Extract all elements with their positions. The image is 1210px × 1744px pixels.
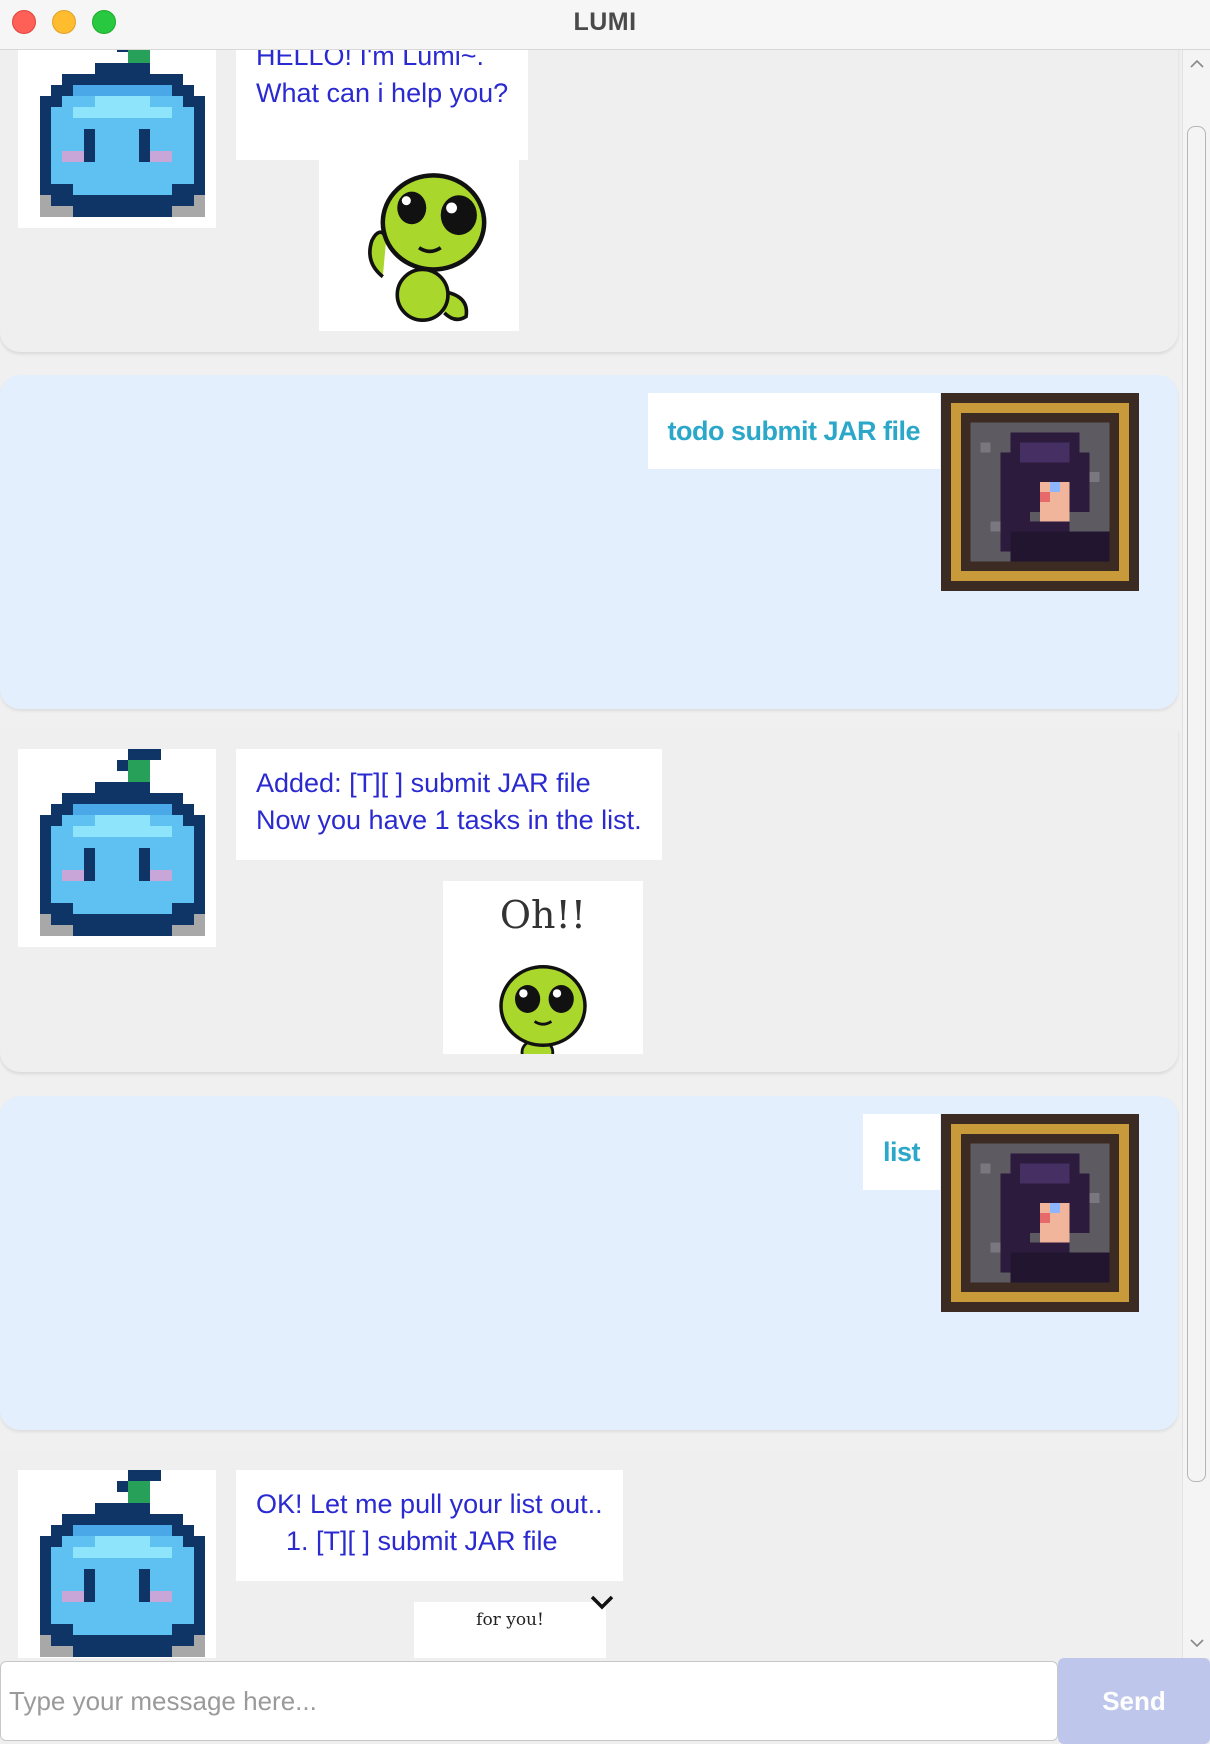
bot-dialog: HELLO! I'm Lumi~. What can i help you? xyxy=(0,50,1178,352)
sticker-caption: for you! xyxy=(476,1610,544,1630)
chevron-down-icon[interactable] xyxy=(588,1591,616,1613)
bot-avatar-icon xyxy=(18,749,216,947)
bot-message-text: OK! Let me pull your list out.. 1. [T][ … xyxy=(236,1470,623,1581)
scroll-up-arrow-icon[interactable] xyxy=(1189,56,1205,72)
message-input[interactable] xyxy=(0,1661,1058,1741)
dialog-container[interactable]: HELLO! I'm Lumi~. What can i help you? t… xyxy=(0,50,1182,1658)
scroll-down-arrow-icon[interactable] xyxy=(1189,1635,1205,1651)
user-dialog: todo submit JAR file xyxy=(0,375,1178,709)
scrollbar-thumb[interactable] xyxy=(1187,126,1206,1482)
bot-dialog: OK! Let me pull your list out.. 1. [T][ … xyxy=(0,1450,1178,1658)
lumi-window: LUMI HELLO! I'm Lumi~. What can i help y… xyxy=(0,0,1210,1744)
user-dialog: list xyxy=(0,1096,1178,1430)
alien-sticker: Oh!! xyxy=(443,881,643,1054)
input-bar: Send xyxy=(0,1658,1210,1744)
vertical-scrollbar[interactable] xyxy=(1182,50,1210,1658)
bot-dialog: Added: [T][ ] submit JAR file Now you ha… xyxy=(0,730,1178,1072)
alien-icon xyxy=(468,929,618,1054)
user-avatar-icon xyxy=(941,393,1139,591)
title-bar: LUMI xyxy=(0,0,1210,50)
send-button[interactable]: Send xyxy=(1058,1658,1210,1744)
user-message-text: todo submit JAR file xyxy=(647,393,940,469)
window-title: LUMI xyxy=(573,8,637,36)
bot-avatar-icon xyxy=(18,1470,216,1658)
user-avatar-icon xyxy=(941,1114,1139,1312)
user-message-text: list xyxy=(862,1114,940,1190)
bot-message-text: Added: [T][ ] submit JAR file Now you ha… xyxy=(236,749,662,860)
bot-avatar-icon xyxy=(18,50,216,228)
alien-sticker-icon xyxy=(319,150,519,331)
alien-sticker: for you! xyxy=(414,1602,606,1658)
bot-message-text: HELLO! I'm Lumi~. What can i help you? xyxy=(236,50,529,160)
